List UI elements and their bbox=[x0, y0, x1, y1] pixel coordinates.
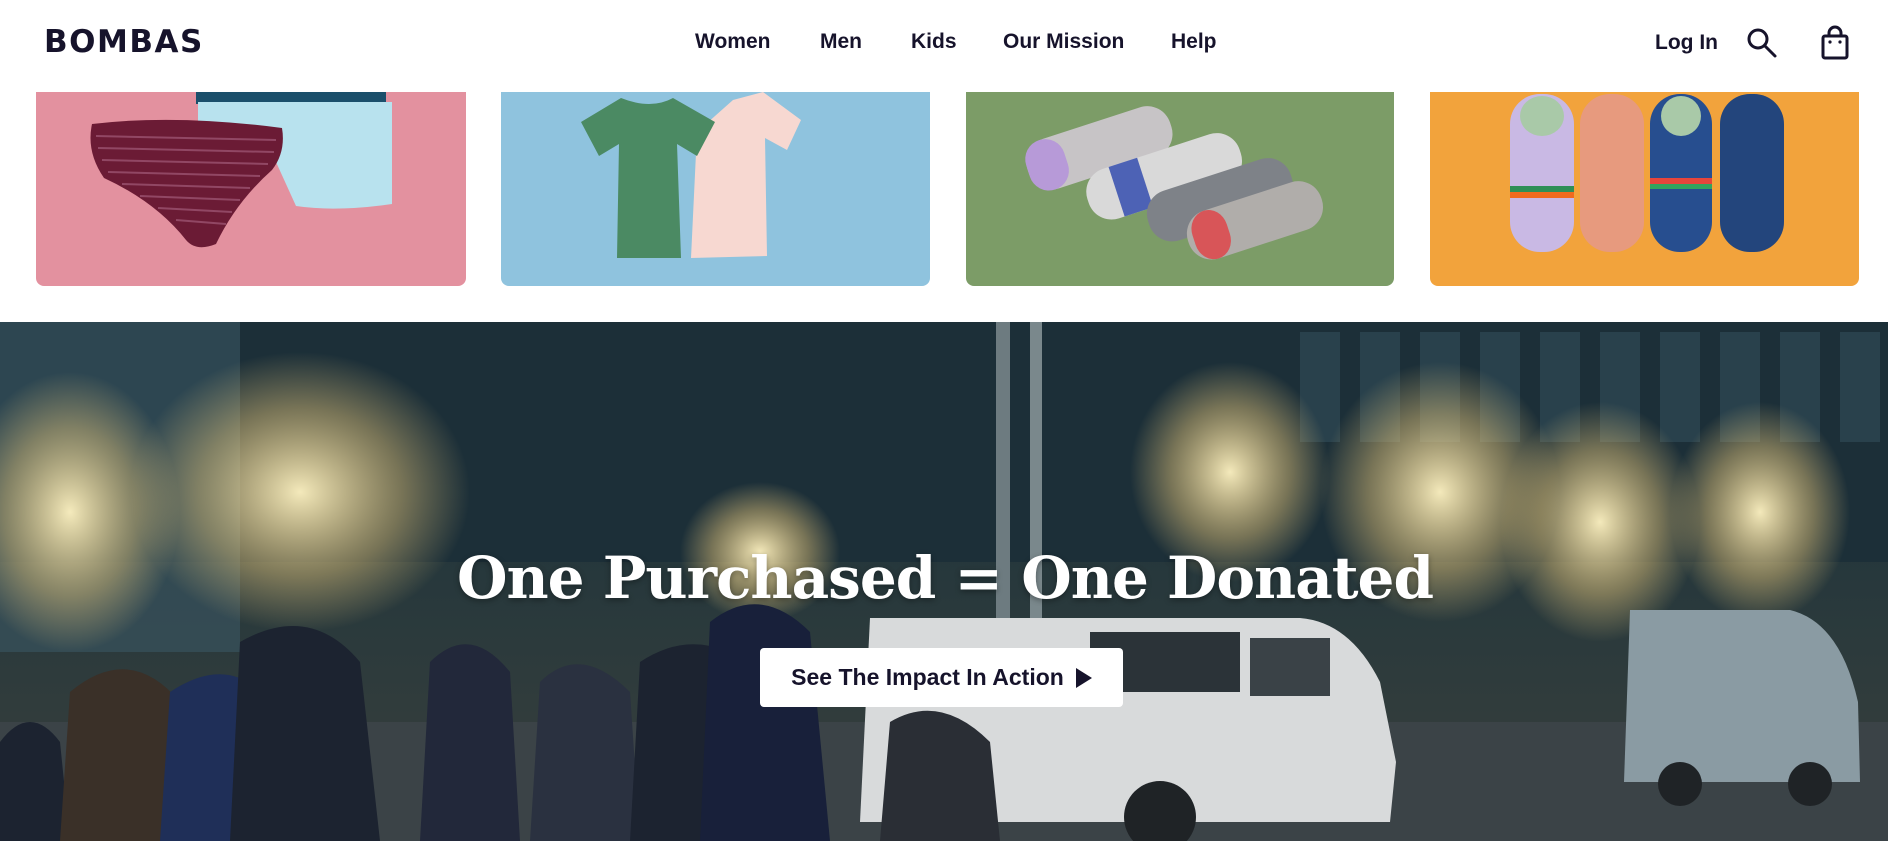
see-impact-label: See The Impact In Action bbox=[791, 664, 1064, 690]
nav-item-our-mission[interactable]: Our Mission bbox=[1003, 30, 1124, 54]
nav-item-kids[interactable]: Kids bbox=[911, 30, 957, 54]
t-shirts-image bbox=[581, 92, 801, 258]
search-icon[interactable] bbox=[1746, 27, 1778, 64]
slippers-image bbox=[1510, 94, 1784, 252]
impact-hero: One Purchased = One Donated See The Impa… bbox=[0, 322, 1888, 841]
tile-underwear[interactable] bbox=[36, 92, 466, 286]
hero-headline: One Purchased = One Donated bbox=[456, 544, 1434, 612]
socks-image bbox=[1025, 106, 1324, 260]
shopping-bag-icon[interactable] bbox=[1820, 25, 1850, 66]
nav-item-help[interactable]: Help bbox=[1171, 30, 1217, 54]
login-link[interactable]: Log In bbox=[1655, 31, 1718, 55]
nav-item-women[interactable]: Women bbox=[695, 30, 770, 54]
tile-t-shirts[interactable] bbox=[501, 92, 930, 286]
tile-socks[interactable] bbox=[966, 92, 1394, 286]
underwear-image bbox=[90, 92, 392, 248]
main-nav: Women Men Kids Our Mission Help bbox=[0, 30, 1888, 60]
see-impact-button[interactable]: See The Impact In Action bbox=[760, 648, 1123, 707]
play-icon bbox=[1075, 667, 1092, 688]
nav-item-men[interactable]: Men bbox=[820, 30, 862, 54]
tile-slippers[interactable] bbox=[1430, 92, 1859, 286]
site-header: BOMBAS Women Men Kids Our Mission Help L… bbox=[0, 0, 1888, 92]
